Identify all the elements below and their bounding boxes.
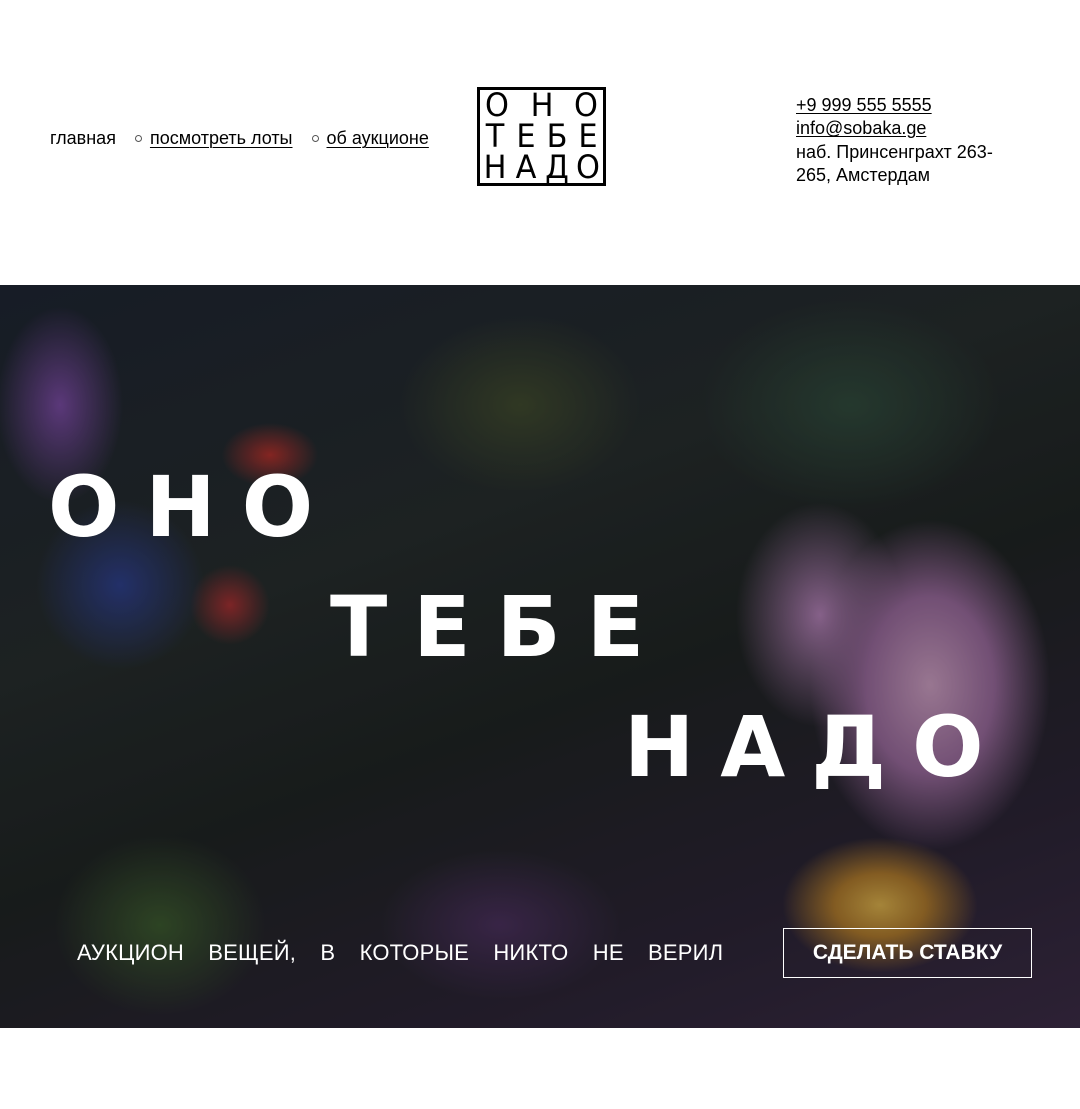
phone-link[interactable]: +9 999 555 5555 <box>796 94 1026 117</box>
nav-about-link[interactable]: об аукционе <box>327 128 429 149</box>
place-bid-button[interactable]: СДЕЛАТЬ СТАВКУ <box>783 928 1032 978</box>
nav-home[interactable]: главная <box>50 128 116 149</box>
hero-title-line-1: ОНО <box>48 458 340 556</box>
site-logo[interactable]: О Н О Т Е Б Е Н А Д О <box>477 87 606 186</box>
hero-title-line-2: ТЕБЕ <box>330 578 671 676</box>
email-link[interactable]: info@sobaka.ge <box>796 117 1026 140</box>
contacts-block: +9 999 555 5555 info@sobaka.ge наб. Прин… <box>796 94 1026 187</box>
nav-bullet-icon <box>134 135 142 142</box>
hero-title-line-3: НАДО <box>624 698 1010 796</box>
hero-tagline: АУКЦИОН ВЕЩЕЙ, В КОТОРЫЕ НИКТО НЕ ВЕРИЛ <box>77 940 724 965</box>
hero-banner: ОНО ТЕБЕ НАДО АУКЦИОН ВЕЩЕЙ, В КОТОРЫЕ Н… <box>0 285 1080 1028</box>
site-header: главная посмотреть лоты об аукционе О Н … <box>0 0 1080 285</box>
nav-bullet-icon <box>311 135 319 142</box>
nav-lots-link[interactable]: посмотреть лоты <box>150 128 293 149</box>
logo-row-3: Н А Д О <box>483 148 600 186</box>
main-nav: главная посмотреть лоты об аукционе <box>50 128 429 149</box>
address-text: наб. Принсенграхт 263-265, Амстердам <box>796 142 993 185</box>
